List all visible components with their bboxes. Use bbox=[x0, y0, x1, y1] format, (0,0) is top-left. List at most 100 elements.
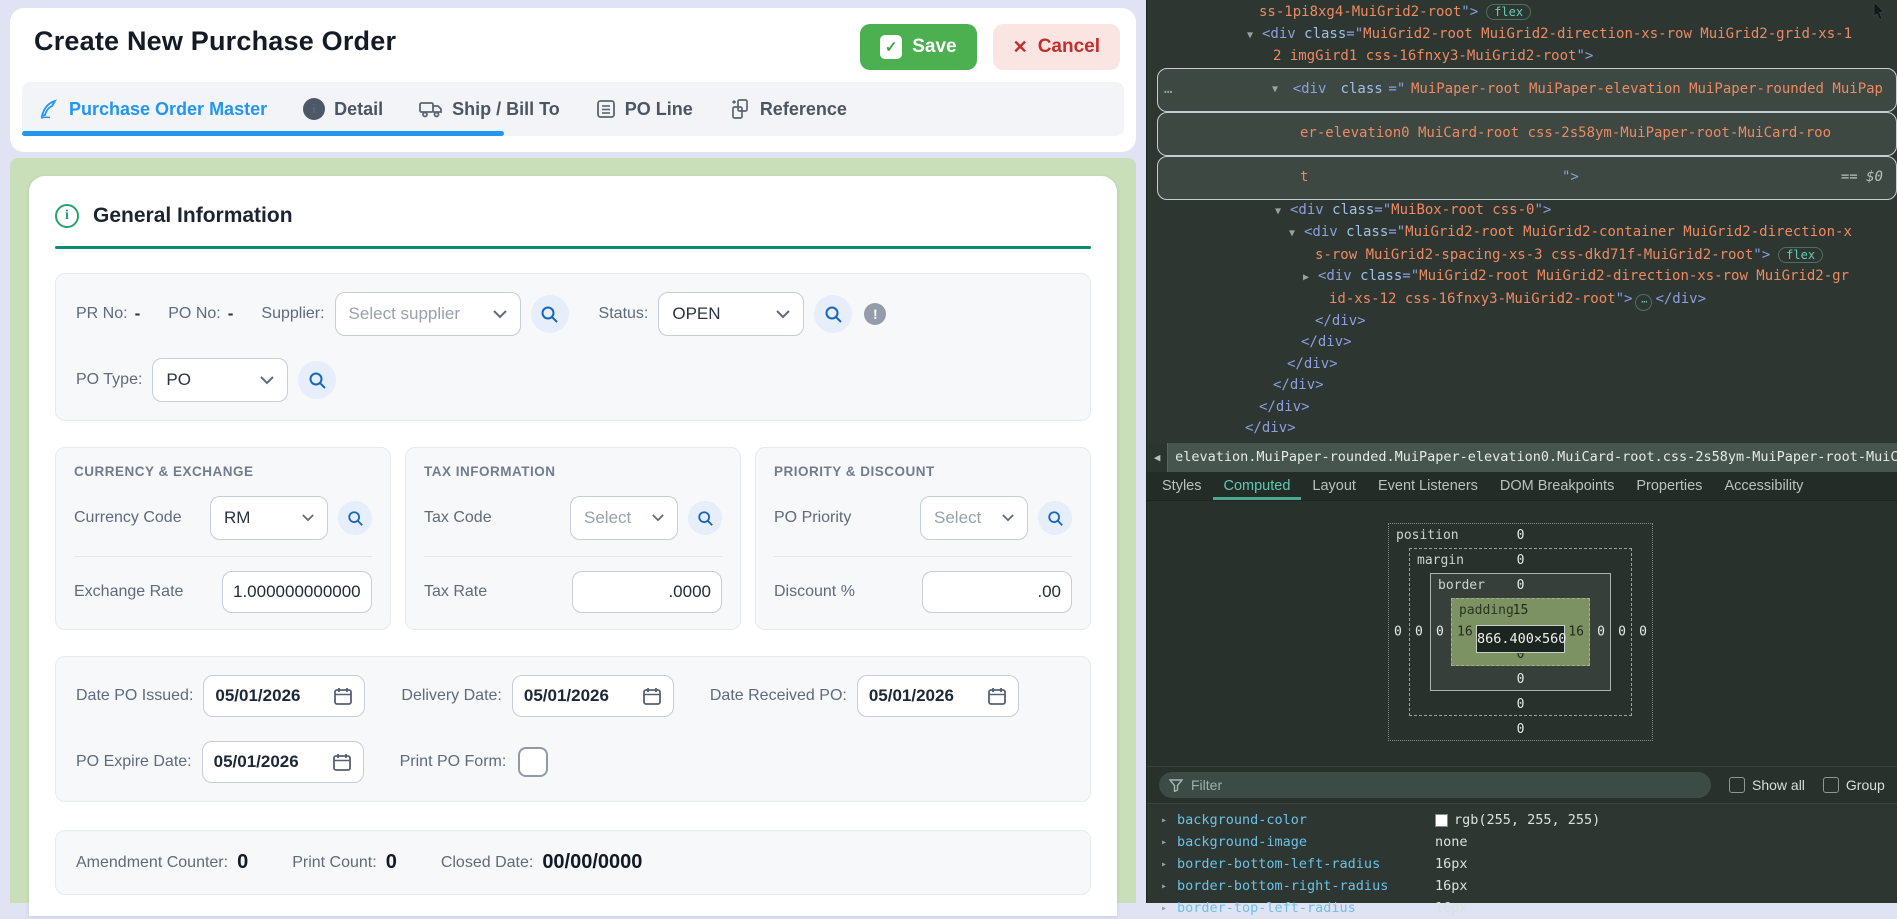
chevron-down-icon bbox=[302, 514, 314, 522]
dom-tree-row[interactable]: ▶<div class="MuiBox-root css-0" role="ta… bbox=[1147, 440, 1897, 443]
tab-po-line[interactable]: PO Line bbox=[596, 99, 693, 120]
tab-ship-bill-to[interactable]: Ship / Bill To bbox=[419, 99, 560, 120]
date-received-po-field[interactable]: 05/01/2026 bbox=[857, 675, 1019, 717]
dom-tree-row[interactable]: ▼<div class="MuiGrid2-root MuiGrid2-cont… bbox=[1147, 222, 1897, 245]
group-checkbox[interactable] bbox=[1823, 777, 1839, 793]
expand-arrow-icon[interactable]: ▶ bbox=[1219, 441, 1234, 443]
tab-reference[interactable]: Reference bbox=[729, 98, 847, 120]
discount-input[interactable] bbox=[922, 571, 1072, 613]
expand-arrow-icon[interactable]: ▼ bbox=[1289, 223, 1304, 245]
expand-arrow-icon[interactable]: ▼ bbox=[1272, 79, 1287, 101]
dom-tree-row[interactable]: </div> bbox=[1147, 311, 1897, 333]
computed-property-row[interactable]: ▸background-imagenone bbox=[1147, 831, 1897, 853]
devtools-sidebar-tabs: StylesComputedLayoutEvent ListenersDOM B… bbox=[1147, 472, 1897, 501]
dom-tree-row[interactable]: id-xs-12 css-16fnxy3-MuiGrid2-root">⋯</d… bbox=[1147, 289, 1897, 311]
tax-rate-label: Tax Rate bbox=[424, 583, 487, 601]
computed-property-row[interactable]: ▸background-colorrgb(255, 255, 255) bbox=[1147, 809, 1897, 831]
devtools-tab-dom-breakpoints[interactable]: DOM Breakpoints bbox=[1489, 472, 1625, 500]
exchange-rate-input[interactable] bbox=[222, 571, 372, 613]
expand-arrow-icon[interactable]: ▸ bbox=[1161, 859, 1177, 870]
property-name: border-bottom-right-radius bbox=[1177, 878, 1435, 894]
expand-arrow-icon[interactable]: ▼ bbox=[1275, 201, 1290, 223]
expand-arrow-icon[interactable]: ▸ bbox=[1161, 903, 1177, 914]
filter-input[interactable]: Filter bbox=[1159, 772, 1711, 798]
dom-tree-row[interactable]: </div> bbox=[1147, 418, 1897, 440]
tax-code-search-button[interactable] bbox=[688, 501, 722, 535]
devtools-tab-accessibility[interactable]: Accessibility bbox=[1713, 472, 1814, 500]
dates-group: Date PO Issued: 05/01/2026 Delivery Date… bbox=[55, 656, 1091, 802]
dom-tree-row[interactable]: </div> bbox=[1147, 332, 1897, 354]
collapsed-content-icon[interactable]: ⋯ bbox=[1635, 294, 1652, 311]
box-model-position: position 0 0 0 0 margin 0 0 0 0 border 0… bbox=[1388, 523, 1653, 741]
tax-code-select[interactable]: Select bbox=[570, 496, 678, 540]
padding-top: 15 bbox=[1452, 603, 1589, 618]
devtools-tab-event-listeners[interactable]: Event Listeners bbox=[1367, 472, 1489, 500]
box-model-diagram[interactable]: position 0 0 0 0 margin 0 0 0 0 border 0… bbox=[1388, 523, 1653, 741]
breadcrumb-back-button[interactable]: ◀ bbox=[1147, 443, 1168, 472]
dom-tree-row[interactable]: er-elevation0 MuiCard-root css-2s58ym-Mu… bbox=[1157, 112, 1897, 156]
selector-breadcrumb-bar: ◀ elevation.MuiPaper-rounded.MuiPaper-el… bbox=[1147, 443, 1897, 472]
chevron-down-icon bbox=[652, 514, 664, 522]
expand-arrow-icon[interactable]: ▼ bbox=[1247, 25, 1262, 47]
po-priority-select[interactable]: Select bbox=[920, 496, 1028, 540]
date-po-issued-field[interactable]: 05/01/2026 bbox=[203, 675, 365, 717]
cancel-button-label: Cancel bbox=[1038, 36, 1100, 58]
expand-arrow-icon[interactable]: ▸ bbox=[1161, 815, 1177, 826]
expand-arrow-icon[interactable]: ▸ bbox=[1161, 837, 1177, 848]
devtools-tab-styles[interactable]: Styles bbox=[1151, 472, 1213, 500]
devtools-tab-layout[interactable]: Layout bbox=[1301, 472, 1367, 500]
dom-tree-row[interactable]: t"> == $0 bbox=[1157, 156, 1897, 200]
print-po-form-checkbox[interactable] bbox=[518, 747, 548, 777]
computed-property-row[interactable]: ▸border-top-left-radius16px bbox=[1147, 897, 1897, 919]
expand-arrow-icon[interactable]: ▸ bbox=[1161, 881, 1177, 892]
expand-arrow-icon[interactable]: ▶ bbox=[1303, 267, 1318, 289]
dom-tree-row[interactable]: s-row MuiGrid2-spacing-xs-3 css-dkd71f-M… bbox=[1147, 245, 1897, 267]
tax-rate-input[interactable] bbox=[572, 571, 722, 613]
flex-badge[interactable]: flex bbox=[1486, 4, 1531, 20]
supplier-search-button[interactable] bbox=[531, 295, 569, 333]
property-value: rgb(255, 255, 255) bbox=[1435, 812, 1600, 828]
box-model-padding: padding 15 0 16 16 866.400×560 bbox=[1451, 598, 1590, 666]
po-type-search-button[interactable] bbox=[298, 361, 336, 399]
status-label: Status: bbox=[599, 305, 649, 323]
show-all-checkbox[interactable] bbox=[1729, 777, 1745, 793]
status-select[interactable]: OPEN bbox=[658, 292, 804, 336]
tab-purchase-order-master[interactable]: Purchase Order Master bbox=[38, 98, 267, 120]
priority-discount-column: PRIORITY & DISCOUNT PO Priority Select bbox=[755, 447, 1091, 630]
dom-tree-row[interactable]: ▶<div class="MuiGrid2-root MuiGrid2-dire… bbox=[1147, 266, 1897, 289]
pr-no-value: - bbox=[135, 304, 141, 324]
devtools-tab-properties[interactable]: Properties bbox=[1625, 472, 1713, 500]
po-priority-search-button[interactable] bbox=[1038, 501, 1072, 535]
po-type-select[interactable]: PO bbox=[152, 358, 288, 402]
section-divider bbox=[55, 246, 1091, 249]
property-value: 16px bbox=[1435, 878, 1468, 894]
info-circle-icon: i bbox=[55, 204, 79, 228]
dom-tree-row[interactable]: ▼<div class="MuiBox-root css-0"> bbox=[1147, 200, 1897, 223]
flex-badge[interactable]: flex bbox=[1778, 247, 1823, 263]
po-expire-date-field[interactable]: 05/01/2026 bbox=[202, 741, 364, 783]
supplier-select[interactable]: Select supplier bbox=[335, 292, 521, 336]
reference-pages-icon bbox=[729, 98, 751, 120]
group-toggle[interactable]: Group bbox=[1823, 777, 1885, 793]
dom-tree-row[interactable]: …▼<div class="MuiPaper-root MuiPaper-ele… bbox=[1157, 68, 1897, 112]
show-all-toggle[interactable]: Show all bbox=[1729, 777, 1805, 793]
delivery-date-field[interactable]: 05/01/2026 bbox=[512, 675, 674, 717]
currency-code-select[interactable]: RM bbox=[210, 496, 328, 540]
row-options-icon[interactable]: … bbox=[1164, 79, 1172, 101]
dom-tree-row[interactable]: </div> bbox=[1147, 397, 1897, 419]
computed-property-row[interactable]: ▸border-bottom-right-radius16px bbox=[1147, 875, 1897, 897]
tab-detail[interactable]: i Detail bbox=[303, 98, 383, 120]
currency-search-button[interactable] bbox=[338, 501, 372, 535]
print-po-form-label: Print PO Form: bbox=[400, 753, 507, 771]
dom-tree-row[interactable]: ▼<div class="MuiGrid2-root MuiGrid2-dire… bbox=[1147, 24, 1897, 47]
save-button[interactable]: ✓ Save bbox=[860, 24, 976, 70]
devtools-tab-computed[interactable]: Computed bbox=[1213, 472, 1302, 500]
dom-tree-row[interactable]: ss-1pi8xg4-MuiGrid2-root">flex bbox=[1147, 2, 1897, 24]
computed-property-row[interactable]: ▸border-bottom-left-radius16px bbox=[1147, 853, 1897, 875]
dom-tree-row[interactable]: 2 imgGird1 css-16fnxy3-MuiGrid2-root"> bbox=[1147, 46, 1897, 68]
dom-tree-row[interactable]: </div> bbox=[1147, 375, 1897, 397]
dom-tree-row[interactable]: </div> bbox=[1147, 354, 1897, 376]
status-search-button[interactable] bbox=[814, 295, 852, 333]
cancel-button[interactable]: ✕ Cancel bbox=[993, 24, 1120, 70]
breadcrumb-selector: elevation.MuiPaper-rounded.MuiPaper-elev… bbox=[1168, 443, 1897, 472]
